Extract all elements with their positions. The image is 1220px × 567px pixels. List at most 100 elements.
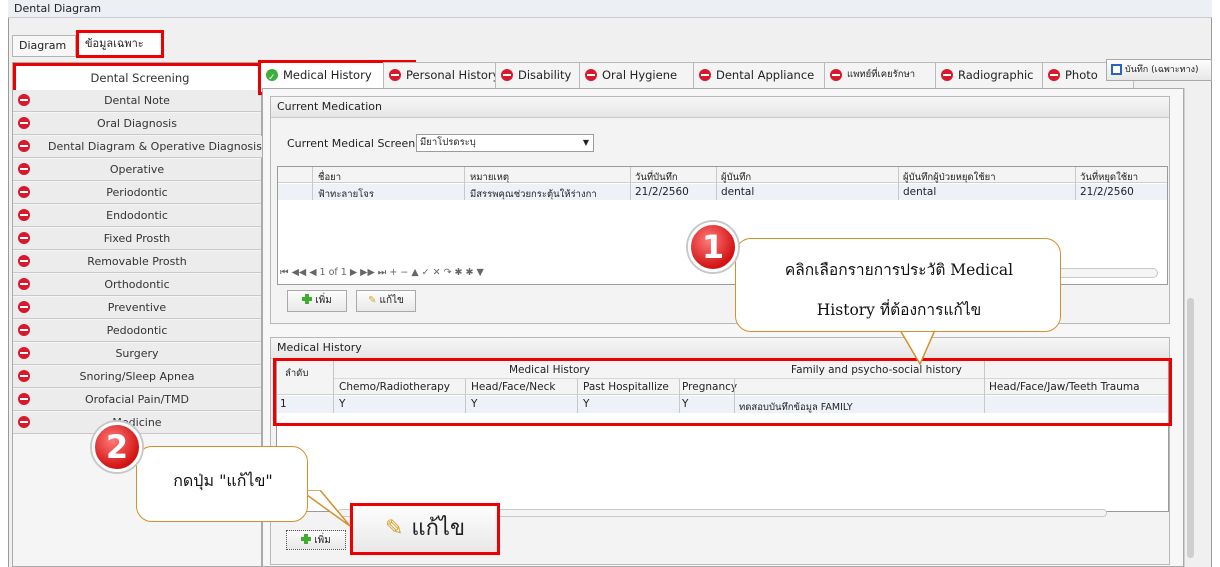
sidebar-item-label: Removable Prosth — [87, 255, 187, 268]
window-title: Dental Diagram — [8, 0, 1212, 18]
grid-line — [898, 167, 899, 200]
sidebar-item-preventive[interactable]: Preventive — [13, 297, 261, 319]
minus-icon — [830, 69, 842, 81]
callout-1-pointer — [899, 330, 936, 366]
sidebar-item-orthodontic[interactable]: Orthodontic — [13, 274, 261, 296]
sidebar-item-snoring[interactable]: Snoring/Sleep Apnea — [13, 366, 261, 388]
callout-2: กดปุ่ม "แก้ไข" — [136, 446, 308, 522]
edit-medical-history-button[interactable]: ✎ แก้ไข — [350, 503, 500, 555]
current-medication-title: Current Medication — [271, 97, 1169, 118]
step-1-badge: 1 — [688, 222, 738, 272]
minus-icon — [18, 209, 30, 221]
sidebar-item-fixed-prosth[interactable]: Fixed Prosth — [13, 228, 261, 250]
button-label: เพิ่ม — [315, 295, 332, 306]
minus-icon — [585, 69, 597, 81]
save-specialty-button[interactable]: บันทึก (เฉพาะทาง) — [1106, 59, 1212, 81]
minus-icon — [18, 255, 30, 267]
row-selection-highlight — [273, 358, 1172, 426]
column-header: วันที่หยุดใช้ยา — [1080, 172, 1139, 183]
pencil-icon: ✎ — [384, 516, 404, 541]
pencil-icon: ✎ — [368, 295, 377, 306]
check-icon — [266, 66, 278, 90]
sidebar-item-label: Dental Screening — [90, 71, 190, 85]
callout-2-text: กดปุ่ม "แก้ไข" — [173, 471, 273, 490]
tab-specialty-info[interactable]: ข้อมูลเฉพาะทาง — [76, 30, 164, 72]
sidebar-item-label: Oral Diagnosis — [97, 117, 177, 130]
save-label: บันทึก (เฉพาะทาง) — [1125, 65, 1199, 75]
step-2-badge: 2 — [92, 422, 142, 472]
minus-icon — [18, 393, 30, 405]
sidebar-item-label: Orthodontic — [104, 278, 170, 291]
add-medication-button[interactable]: เพิ่ม — [287, 290, 347, 312]
tab-diagram[interactable]: Diagram — [12, 35, 76, 57]
sidebar-item-label: Periodontic — [106, 186, 168, 199]
minus-icon — [501, 69, 513, 81]
minus-icon — [18, 370, 30, 382]
table-cell: dental — [721, 186, 755, 198]
tab-label: Radiographic — [958, 68, 1034, 82]
column-header: วันที่บันทึก — [635, 172, 678, 183]
grid-line — [630, 167, 631, 200]
minus-icon — [18, 232, 30, 244]
sidebar-item-orofacial[interactable]: Orofacial Pain/TMD — [13, 389, 261, 411]
tab-label: Personal History — [406, 68, 500, 82]
sidebar-item-pedodontic[interactable]: Pedodontic — [13, 320, 261, 342]
table-cell: ฟ้าทะลายโจร — [318, 189, 374, 200]
minus-icon — [18, 347, 30, 359]
sidebar-item-endodontic[interactable]: Endodontic — [13, 205, 261, 227]
column-header: หมายเหตุ — [470, 172, 510, 183]
callout-1-line2: History ที่ต้องการแก้ไข — [816, 301, 982, 319]
minus-icon — [18, 94, 30, 106]
sidebar-item-label: Preventive — [107, 301, 167, 314]
grid-line — [716, 167, 717, 200]
tab-label: Photo — [1065, 68, 1098, 82]
current-medical-screen-select[interactable]: มียาโปรดระบุ ▼ — [416, 134, 594, 152]
sidebar-item-label: Endodontic — [106, 209, 168, 222]
callout-1-line1: คลิกเลือกรายการประวัติ Medical — [784, 261, 1014, 279]
minus-icon — [1048, 69, 1060, 81]
sidebar-item-surgery[interactable]: Surgery — [13, 343, 261, 365]
minus-icon — [18, 301, 30, 313]
plus-icon — [301, 534, 312, 544]
column-header: ผู้บันทึกผู้ป่วยหยุดใช้ยา — [903, 172, 996, 183]
sidebar-item-oral-diagnosis[interactable]: Oral Diagnosis — [13, 113, 261, 135]
grid-line — [312, 167, 313, 200]
sidebar-item-label: Operative — [109, 163, 165, 176]
tab-label: Medical History — [283, 68, 372, 82]
sidebar-item-dental-diagram[interactable]: Dental Diagram & Operative Diagnosis — [13, 136, 279, 158]
pager-text: 1 of 1 — [319, 267, 347, 278]
edit-medication-button[interactable]: ✎ แก้ไข — [356, 290, 416, 312]
add-medical-history-button[interactable]: เพิ่ม — [286, 530, 346, 550]
navigator-controls[interactable]: ▶ ▶▶ ⏭ + − ▲ ✓ ✕ ↷ ✱ ✱ ▼ — [347, 267, 484, 278]
button-label: แก้ไข — [411, 516, 466, 541]
sidebar-item-operative[interactable]: Operative — [13, 159, 261, 181]
minus-icon — [941, 69, 953, 81]
grid-line — [464, 167, 465, 200]
minus-icon — [18, 416, 30, 428]
sidebar-item-removable-prosth[interactable]: Removable Prosth — [13, 251, 261, 273]
tab-label: Dental Appliance — [716, 68, 815, 82]
callout-1: คลิกเลือกรายการประวัติ Medical History ท… — [735, 238, 1061, 332]
plus-icon — [302, 294, 313, 304]
sidebar-item-label: Dental Note — [104, 94, 170, 107]
floppy-disk-icon — [1111, 64, 1122, 75]
table-cell: 21/2/2560 — [1080, 186, 1134, 198]
scrollbar-thumb[interactable] — [1187, 298, 1194, 558]
button-label: แก้ไข — [379, 295, 404, 306]
minus-icon — [18, 140, 30, 152]
table-cell: dental — [903, 186, 937, 198]
minus-icon — [18, 163, 30, 175]
minus-icon — [18, 324, 30, 336]
sidebar-item-label: Surgery — [115, 347, 159, 360]
vertical-scrollbar[interactable] — [1184, 88, 1196, 567]
sidebar-item-dental-note[interactable]: Dental Note — [13, 90, 261, 112]
column-header: ชื่อยา — [318, 172, 342, 183]
table-cell: มีสรรพคุณช่วยกระตุ้นให้ร่างกา — [470, 189, 597, 200]
navigator-controls[interactable]: ⏮ ◀◀ ◀ — [280, 267, 320, 278]
sidebar-item-medicine[interactable]: Medicine — [13, 412, 261, 434]
sidebar-item-periodontic[interactable]: Periodontic — [13, 182, 261, 204]
tab-label: Disability — [518, 68, 572, 82]
current-medical-screen-label: Current Medical Screen — [287, 137, 416, 150]
tab-label: แพทย์ที่เคยรักษา — [847, 69, 916, 80]
minus-icon — [18, 117, 30, 129]
